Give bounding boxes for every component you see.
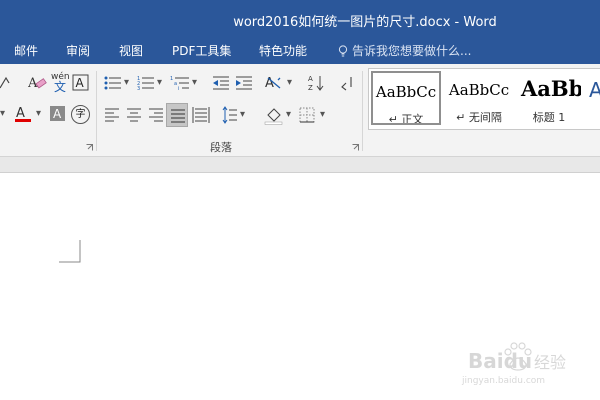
tab-mailings[interactable]: 邮件 <box>14 42 38 59</box>
group-separator <box>96 71 97 151</box>
svg-text:a: a <box>174 81 177 87</box>
line-spacing-icon[interactable] <box>222 106 238 124</box>
ribbon-tab-bar: 邮件 审阅 视图 PDF工具集 特色功能 告诉我您想要做什么... <box>0 38 600 64</box>
decrease-indent-icon[interactable] <box>212 75 230 91</box>
style-sample: AaBb <box>521 76 581 101</box>
tab-view[interactable]: 视图 <box>119 42 143 59</box>
paragraph-dialog-launcher-icon[interactable] <box>352 144 359 151</box>
grow-font-partial-icon[interactable] <box>0 74 12 92</box>
svg-text:jingyan.baidu.com: jingyan.baidu.com <box>461 376 545 386</box>
tell-me-search[interactable]: 告诉我您想要做什么... <box>338 42 471 59</box>
borders-icon[interactable] <box>299 107 315 123</box>
svg-text:A: A <box>265 76 274 91</box>
svg-text:1: 1 <box>170 76 173 82</box>
phonetic-guide-button[interactable]: wén 文 <box>51 72 70 94</box>
lightbulb-icon <box>338 45 348 57</box>
style-next-partial[interactable]: A <box>587 71 600 125</box>
svg-text:Baidu: Baidu <box>468 349 532 373</box>
line-spacing-dropdown-arrow[interactable]: ▾ <box>240 109 245 120</box>
styles-gallery: AaBbCc ↵ 正文 AaBbCc ↵ 无间隔 AaBb 标题 1 A <box>368 68 600 130</box>
distributed-align-icon[interactable] <box>192 106 210 124</box>
bullets-icon[interactable] <box>104 75 122 91</box>
borders-dropdown-arrow[interactable]: ▾ <box>320 109 325 120</box>
shading-dropdown-arrow[interactable]: ▾ <box>286 109 291 120</box>
font-color-dropdown-arrow[interactable]: ▾ <box>36 108 41 119</box>
sort-icon[interactable]: AZ <box>308 74 326 92</box>
align-left-icon[interactable] <box>104 108 120 122</box>
multilevel-list-dropdown-arrow[interactable]: ▾ <box>192 77 197 88</box>
align-center-icon[interactable] <box>126 108 142 122</box>
enclose-characters-button[interactable]: 字 <box>71 105 90 124</box>
style-name: ↵ 无间隔 <box>456 111 502 124</box>
chinese-layout-icon[interactable]: A <box>264 74 284 92</box>
svg-text:Z: Z <box>308 84 313 92</box>
title-bar: word2016如何统一图片的尺寸.docx - Word <box>0 0 600 38</box>
page-margin-corner-mark <box>59 240 81 263</box>
svg-text:A: A <box>16 106 25 121</box>
window-title: word2016如何统一图片的尺寸.docx - Word <box>233 15 497 30</box>
justify-button[interactable] <box>166 103 188 127</box>
svg-text:3: 3 <box>137 86 140 91</box>
bullets-dropdown-arrow[interactable]: ▾ <box>124 77 129 88</box>
tell-me-text: 告诉我您想要做什么... <box>352 44 472 58</box>
svg-text:经验: 经验 <box>534 353 566 372</box>
font-color-icon[interactable]: A <box>14 104 34 124</box>
style-name: ↵ 正文 <box>388 113 424 125</box>
style-partial-glyph: A <box>589 78 600 102</box>
svg-text:i: i <box>178 86 179 91</box>
style-name: 标题 1 <box>532 111 566 124</box>
group-separator <box>362 71 363 151</box>
multilevel-list-icon[interactable]: 1 a i <box>170 75 190 91</box>
svg-text:A: A <box>53 107 62 121</box>
style-sample: AaBbCc <box>375 83 437 101</box>
style-normal[interactable]: AaBbCc ↵ 正文 <box>371 71 441 125</box>
paragraph-group-label: 段落 <box>210 141 232 154</box>
ribbon-bottom-strip <box>0 157 600 173</box>
style-heading-1[interactable]: AaBb 标题 1 <box>517 71 581 125</box>
tab-review[interactable]: 审阅 <box>66 42 90 59</box>
font-dialog-launcher-icon[interactable] <box>86 144 93 151</box>
tab-pdf-tools[interactable]: PDF工具集 <box>172 42 231 59</box>
shading-bucket-icon[interactable] <box>264 105 284 125</box>
svg-text:A: A <box>76 76 85 90</box>
svg-text:A: A <box>308 75 313 83</box>
increase-indent-icon[interactable] <box>235 75 253 91</box>
align-right-icon[interactable] <box>148 108 164 122</box>
baidu-jingyan-watermark: Baidu 经验 jingyan.baidu.com <box>461 342 566 386</box>
clear-formatting-icon[interactable]: A <box>28 74 48 92</box>
style-no-spacing[interactable]: AaBbCc ↵ 无间隔 <box>445 71 513 125</box>
style-sample: AaBbCc <box>448 81 510 99</box>
justify-icon <box>171 109 185 123</box>
font-dropdown-arrow-partial[interactable]: ▾ <box>0 108 5 119</box>
show-hide-marks-icon[interactable] <box>340 75 354 91</box>
character-shading-icon[interactable]: A <box>49 105 67 123</box>
numbering-dropdown-arrow[interactable]: ▾ <box>157 77 162 88</box>
character-border-icon[interactable]: A <box>72 74 90 92</box>
tab-special-features[interactable]: 特色功能 <box>259 42 307 59</box>
phonetic-guide-char: 文 <box>53 80 66 94</box>
chinese-layout-dropdown-arrow[interactable]: ▾ <box>287 77 292 88</box>
numbering-icon[interactable]: 1 2 3 <box>137 75 155 91</box>
